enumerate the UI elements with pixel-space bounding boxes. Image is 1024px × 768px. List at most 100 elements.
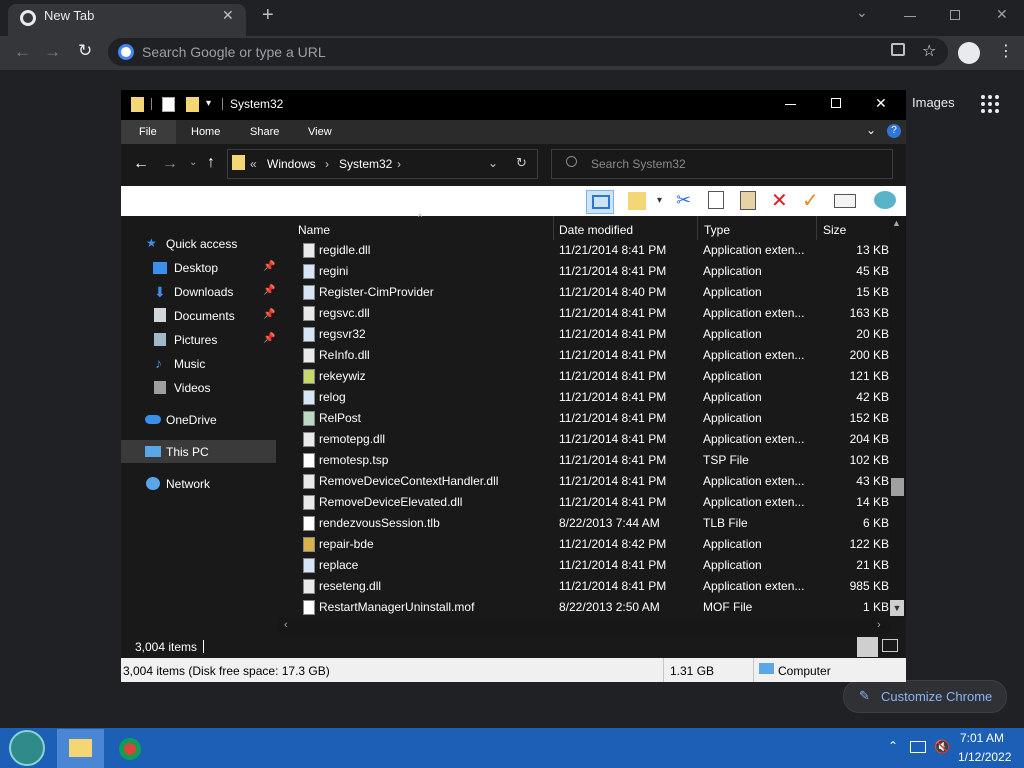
close-icon[interactable]: ✕: [996, 6, 1008, 23]
paste-icon[interactable]: [740, 191, 756, 210]
horizontal-scrollbar[interactable]: [279, 618, 889, 634]
table-row[interactable]: RemoveDeviceContextHandler.dll 11/21/2014…: [279, 471, 889, 492]
scroll-up-icon[interactable]: ▲: [892, 218, 901, 228]
table-row[interactable]: RestartManagerUninstall.mof 8/22/2013 2:5…: [279, 597, 889, 618]
pin-icon[interactable]: 📌: [263, 309, 275, 320]
table-row[interactable]: replace 11/21/2014 8:41 PM Application 21 K…: [279, 555, 889, 576]
column-name[interactable]: Name: [298, 223, 330, 237]
properties-icon[interactable]: [162, 97, 175, 112]
pin-icon[interactable]: 📌: [263, 333, 275, 344]
share-icon[interactable]: [891, 43, 905, 56]
breadcrumb-overflow[interactable]: «: [250, 157, 257, 171]
table-row[interactable]: rekeywiz 11/21/2014 8:41 PM Application 121…: [279, 366, 889, 387]
explorer-close-icon[interactable]: ✕: [875, 95, 887, 112]
table-row[interactable]: regidle.dll 11/21/2014 8:41 PM Application…: [279, 240, 889, 261]
nav-forward-icon[interactable]: →: [162, 155, 178, 173]
table-row[interactable]: repair-bde 11/21/2014 8:42 PM Application 1…: [279, 534, 889, 555]
scroll-left-icon[interactable]: ‹: [284, 619, 288, 631]
sidebar-item-desktop[interactable]: Desktop: [174, 261, 218, 275]
table-row[interactable]: regsvc.dll 11/21/2014 8:41 PM Application …: [279, 303, 889, 324]
new-folder-icon[interactable]: [186, 97, 199, 112]
table-row[interactable]: Register-CimProvider 11/21/2014 8:40 PM Ap…: [279, 282, 889, 303]
refresh-icon[interactable]: ↻: [516, 155, 527, 171]
table-row[interactable]: regsvr32 11/21/2014 8:41 PM Application 20 …: [279, 324, 889, 345]
tab-close-icon[interactable]: ✕: [222, 7, 234, 24]
taskbar-chrome-icon[interactable]: [119, 738, 141, 760]
sidebar-item-videos[interactable]: Videos: [174, 381, 210, 395]
shell-icon[interactable]: [874, 191, 896, 209]
column-divider[interactable]: [816, 216, 817, 240]
details-view-icon[interactable]: [857, 637, 878, 657]
column-size[interactable]: Size: [823, 223, 846, 237]
network-tray-icon[interactable]: [910, 741, 926, 753]
table-row[interactable]: remotesp.tsp 11/21/2014 8:41 PM TSP File 10…: [279, 450, 889, 471]
vertical-scroll-thumb[interactable]: [891, 478, 904, 496]
sidebar-item-downloads[interactable]: Downloads: [174, 285, 233, 299]
sidebar-item-pictures[interactable]: Pictures: [174, 333, 217, 347]
sidebar-item-onedrive[interactable]: OneDrive: [166, 413, 217, 427]
chevron-down-icon[interactable]: ⌄: [856, 4, 868, 21]
folder-options-dropdown-icon[interactable]: ▾: [657, 195, 662, 206]
minimize-icon[interactable]: [904, 16, 916, 17]
table-row[interactable]: RemoveDeviceElevated.dll 11/21/2014 8:41 …: [279, 492, 889, 513]
customize-qat-chevron-icon[interactable]: ▾: [206, 98, 211, 109]
table-row[interactable]: RelPost 11/21/2014 8:41 PM Application 152 …: [279, 408, 889, 429]
vertical-scrollbar[interactable]: [889, 216, 906, 618]
ribbon-tab-view[interactable]: View: [308, 126, 332, 138]
column-divider[interactable]: [553, 216, 554, 240]
back-icon[interactable]: ←: [14, 42, 31, 62]
breadcrumb-system32[interactable]: System32: [339, 157, 392, 171]
sidebar-item-network[interactable]: Network: [166, 477, 210, 491]
copy-icon[interactable]: [708, 191, 724, 209]
pin-icon[interactable]: 📌: [263, 285, 275, 296]
profile-avatar-icon[interactable]: [958, 42, 980, 64]
breadcrumb-separator[interactable]: ›: [325, 157, 329, 171]
reload-icon[interactable]: ↻: [78, 41, 92, 61]
show-hidden-icons-chevron-icon[interactable]: ⌃: [888, 739, 898, 753]
ribbon-tab-file[interactable]: File: [139, 126, 157, 138]
table-row[interactable]: remotepg.dll 11/21/2014 8:41 PM Applicatio…: [279, 429, 889, 450]
folder-options-icon[interactable]: [628, 192, 646, 210]
nav-back-icon[interactable]: ←: [133, 155, 149, 173]
large-icons-view-icon[interactable]: [882, 639, 898, 652]
new-tab-button[interactable]: +: [262, 4, 274, 27]
menu-icon[interactable]: ⋮: [998, 41, 1014, 61]
up-folder-icon[interactable]: ↑: [207, 154, 215, 172]
expand-ribbon-icon[interactable]: ⌄: [866, 123, 876, 137]
address-dropdown-icon[interactable]: ⌄: [488, 156, 498, 170]
clock-time[interactable]: 7:01 AM: [960, 731, 1004, 745]
search-placeholder[interactable]: Search System32: [591, 157, 686, 171]
column-type[interactable]: Type: [704, 223, 730, 237]
breadcrumb-separator-end[interactable]: ›: [397, 157, 401, 171]
sidebar-item-this-pc[interactable]: This PC: [166, 445, 209, 459]
ribbon-tab-share[interactable]: Share: [250, 126, 279, 138]
start-button-icon[interactable]: [9, 730, 45, 766]
omnibox-placeholder[interactable]: Search Google or type a URL: [142, 44, 326, 60]
images-link[interactable]: Images: [912, 95, 955, 110]
sidebar-item-documents[interactable]: Documents: [174, 309, 235, 323]
apps-grid-icon[interactable]: [981, 95, 999, 113]
properties-dialog-icon[interactable]: [834, 194, 856, 208]
forward-icon[interactable]: →: [44, 42, 61, 62]
column-date-modified[interactable]: Date modified: [559, 223, 633, 237]
sidebar-item-music[interactable]: Music: [174, 357, 205, 371]
table-row[interactable]: regini 11/21/2014 8:41 PM Application 45 KB: [279, 261, 889, 282]
bookmark-star-icon[interactable]: ☆: [922, 41, 936, 61]
help-icon[interactable]: ?: [887, 124, 901, 138]
recent-locations-icon[interactable]: ⌄: [189, 157, 197, 168]
volume-muted-icon[interactable]: 🔇: [934, 739, 950, 755]
pin-icon[interactable]: 📌: [263, 261, 275, 272]
scroll-right-icon[interactable]: ›: [877, 619, 881, 631]
ribbon-tab-home[interactable]: Home: [191, 126, 220, 138]
rename-check-icon[interactable]: ✓: [802, 188, 819, 213]
scroll-down-icon[interactable]: ▼: [890, 600, 904, 616]
clock-date[interactable]: 1/12/2022: [958, 750, 1011, 764]
sidebar-item-quick-access[interactable]: Quick access: [166, 237, 237, 251]
table-row[interactable]: relog 11/21/2014 8:41 PM Application 42 KB: [279, 387, 889, 408]
table-row[interactable]: rendezvousSession.tlb 8/22/2013 7:44 AM TL…: [279, 513, 889, 534]
cut-icon[interactable]: ✂: [676, 190, 691, 211]
table-row[interactable]: ReInfo.dll 11/21/2014 8:41 PM Application …: [279, 345, 889, 366]
explorer-minimize-icon[interactable]: [785, 104, 796, 105]
column-divider[interactable]: [697, 216, 698, 240]
breadcrumb-windows[interactable]: Windows: [267, 157, 316, 171]
